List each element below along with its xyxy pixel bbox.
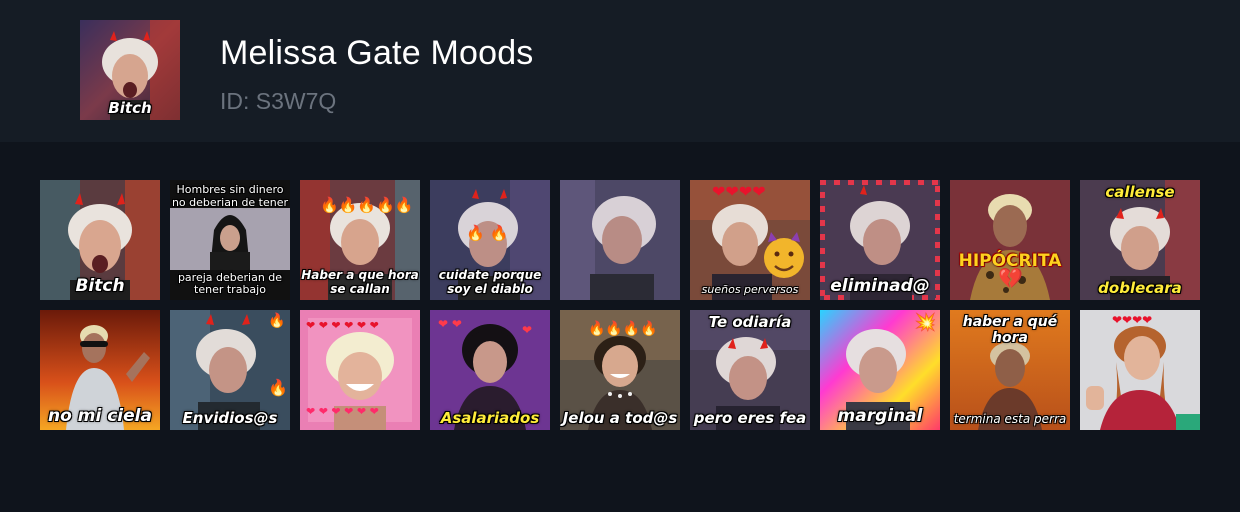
sticker-item[interactable]: ❤❤❤❤ <box>1080 310 1200 430</box>
pack-title: Melissa Gate Moods <box>220 34 534 72</box>
fire-icon: 🔥 <box>268 313 286 329</box>
sticker-caption-top: Te odiaría <box>708 313 792 331</box>
sticker-image <box>560 180 680 300</box>
sticker-item[interactable]: ❤ ❤ ❤ ❤ ❤ ❤ ❤ ❤ ❤ ❤ ❤ ❤ <box>300 310 420 430</box>
sticker-item[interactable]: HIPÓCRITA 💔 <box>950 180 1070 300</box>
hearts-frame-icon: ❤ ❤ ❤ ❤ ❤ ❤ <box>306 319 379 332</box>
sticker-caption-top: Hombres sin dinero no deberian de tener <box>171 183 289 209</box>
fire-crown-icon: 🔥🔥🔥🔥🔥 <box>320 196 414 214</box>
hearts-icon: ❤❤❤❤ <box>712 182 766 201</box>
sticker-caption: cuidate porque soy el diablo <box>438 268 542 297</box>
hearts-frame-icon: ❤ ❤ ❤ ❤ ❤ ❤ <box>306 405 379 418</box>
sticker-image <box>1080 310 1200 430</box>
sticker-caption: Envidios@s <box>182 408 278 427</box>
sticker-caption: sueños perversos <box>701 283 799 297</box>
pack-thumbnail[interactable]: Bitch <box>80 20 180 120</box>
explosion-icon: 💥 <box>914 312 937 333</box>
sticker-caption-top: callense <box>1105 183 1175 201</box>
hearts-icon: ❤ ❤ <box>438 317 462 331</box>
pack-id: ID: S3W7Q <box>220 88 337 114</box>
sticker-item[interactable]: 🔥 🔥 Envidios@s <box>170 310 290 430</box>
hearts-icon: ❤ <box>522 323 533 337</box>
sticker-item[interactable]: eliminad@ <box>820 180 940 300</box>
sticker-caption-bottom: termina esta perra <box>953 412 1067 427</box>
sticker-item[interactable]: Te odiaría pero eres fea <box>690 310 810 430</box>
pack-header: Bitch Melissa Gate Moods ID: S3W7Q <box>0 0 1240 142</box>
sticker-item[interactable]: ❤ ❤ ❤ Asalariados <box>430 310 550 430</box>
sticker-caption: marginal <box>837 406 923 427</box>
sticker-caption: no mi ciela <box>48 406 152 427</box>
sticker-item[interactable]: Bitch <box>40 180 160 300</box>
sticker-pack-page: Bitch Melissa Gate Moods ID: S3W7Q Bitch <box>0 0 1240 512</box>
sticker-caption: eliminad@ <box>830 276 930 297</box>
sticker-grid: Bitch Hombres sin dinero no deberian de … <box>40 180 1200 430</box>
sticker-caption: Jelou a tod@s <box>562 408 678 427</box>
fire-crown-icon: 🔥🔥🔥🔥 <box>588 321 658 337</box>
sticker-item[interactable]: 🔥🔥🔥🔥 Jelou a tod@s <box>560 310 680 430</box>
sticker-item[interactable]: 💥 marginal <box>820 310 940 430</box>
sticker-caption-top: haber a qué hora <box>962 314 1058 347</box>
sticker-caption: Bitch <box>75 276 125 297</box>
sticker-caption: Asalariados <box>440 408 540 427</box>
sticker-item[interactable]: no mi ciela <box>40 310 160 430</box>
sticker-item[interactable]: ❤❤❤❤ sueños perversos <box>690 180 810 300</box>
sticker-caption-bottom: doblecara <box>1098 278 1182 297</box>
thumbnail-caption: Bitch <box>108 98 152 117</box>
sticker-item[interactable]: callense doblecara <box>1080 180 1200 300</box>
sticker-caption: Haber a que hora se callan <box>301 268 419 297</box>
fire-icon: 🔥 <box>268 378 288 397</box>
sticker-caption-bottom: pero eres fea <box>693 408 807 427</box>
broken-heart-icon: 💔 <box>998 266 1023 290</box>
sticker-item[interactable]: Hombres sin dinero no deberian de tener … <box>170 180 290 300</box>
sticker-item[interactable]: 🔥🔥🔥🔥🔥 Haber a que hora se callan <box>300 180 420 300</box>
sticker-item[interactable]: 🔥 🔥 cuidate porque soy el diablo <box>430 180 550 300</box>
fire-eyes-icon: 🔥 🔥 <box>466 224 509 242</box>
sticker-caption-bottom: pareja deberian de tener trabajo <box>177 270 283 297</box>
sticker-item[interactable] <box>560 180 680 300</box>
heart-crown-icon: ❤❤❤❤ <box>1112 313 1153 327</box>
sticker-item[interactable]: haber a qué hora termina esta perra <box>950 310 1070 430</box>
